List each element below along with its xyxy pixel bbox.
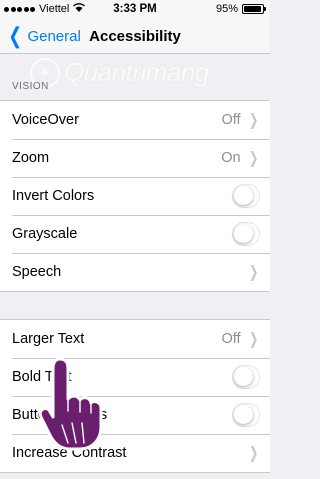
row-label: Invert Colors [12, 188, 95, 204]
row-larger-text[interactable]: Larger Text Off ❯ [0, 320, 270, 358]
watermark-logo: ☀ Quantrimang [30, 57, 209, 88]
toggle-knob [234, 405, 253, 424]
battery-icon [242, 4, 266, 14]
chevron-right-icon: ❯ [248, 264, 258, 281]
row-zoom[interactable]: Zoom On ❯ [0, 139, 270, 177]
toggle-knob [234, 186, 253, 205]
toggle-knob [234, 224, 253, 243]
navigation-bar: ❮ General Accessibility [0, 20, 270, 54]
row-label: Grayscale [12, 226, 78, 242]
chevron-right-icon: ❯ [248, 331, 258, 348]
pointing-hand-icon [38, 357, 103, 451]
section-header-vision: VISION [12, 81, 49, 92]
button-shapes-toggle[interactable] [232, 403, 260, 427]
chevron-right-icon: ❯ [248, 445, 258, 462]
watermark-text: Quantrimang [64, 57, 209, 87]
vision-settings-group: VoiceOver Off ❯ Zoom On ❯ Invert Colors … [0, 100, 270, 292]
status-bar: Viettel 3:33 PM 95% [0, 0, 270, 20]
page-title: Accessibility [89, 28, 181, 45]
row-value: Off [221, 112, 241, 128]
chevron-right-icon: ❯ [248, 150, 258, 167]
row-invert-colors: Invert Colors [0, 177, 270, 215]
row-label: VoiceOver [12, 112, 79, 128]
row-grayscale: Grayscale [0, 215, 270, 253]
row-voiceover[interactable]: VoiceOver Off ❯ [0, 101, 270, 139]
row-label: Speech [12, 264, 62, 280]
chevron-right-icon: ❯ [248, 112, 258, 129]
row-label: Zoom [12, 150, 50, 166]
bold-text-toggle[interactable] [232, 365, 260, 389]
status-bar-right: 95% [215, 3, 266, 15]
battery-fill [244, 6, 262, 12]
row-value: Off [221, 331, 241, 347]
row-value: On [221, 150, 241, 166]
toggle-knob [234, 367, 253, 386]
battery-percent: 95% [215, 3, 238, 15]
invert-colors-toggle[interactable] [232, 184, 260, 208]
row-label: Larger Text [12, 331, 85, 347]
row-speech[interactable]: Speech ❯ [0, 253, 270, 291]
grayscale-toggle[interactable] [232, 222, 260, 246]
